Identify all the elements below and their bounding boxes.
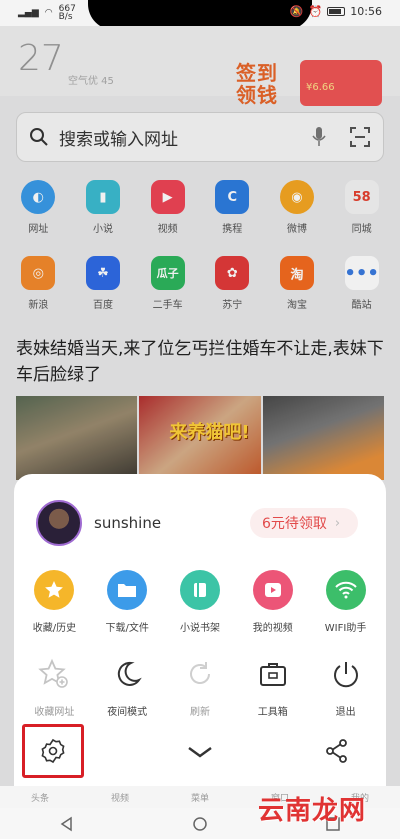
menu-exit[interactable]: 退出 [313, 654, 379, 718]
menu-wifi-assistant[interactable]: WIFI助手 [313, 570, 379, 634]
menu-label: 刷新 [189, 707, 210, 718]
tab-menu[interactable]: 菜单 [191, 791, 209, 804]
network-speed: 667 B/s [58, 4, 76, 22]
coupon-button[interactable]: 6元待领取 › [250, 508, 358, 538]
menu-label: 我的视频 [252, 623, 293, 634]
toolbox-icon [253, 654, 293, 694]
tab-videos[interactable]: 视频 [111, 791, 129, 804]
avatar[interactable] [36, 500, 82, 546]
back-icon[interactable] [59, 816, 75, 832]
menu-downloads[interactable]: 下载/文件 [94, 570, 160, 634]
power-icon [326, 654, 366, 694]
coupon-text: 6元待领取 [262, 516, 327, 532]
battery-icon [327, 7, 346, 16]
wifi-status-icon: ◠ [44, 8, 53, 18]
moon-icon [107, 654, 147, 694]
share-icon[interactable] [324, 738, 350, 764]
collapse-chevron-icon[interactable] [186, 744, 214, 760]
status-bar: ▂▄▆ ◠ 667 B/s 🔕 ⏰ 10:56 [0, 0, 400, 30]
star-icon [34, 570, 75, 610]
clock: 10:56 [350, 5, 382, 18]
menu-refresh[interactable]: 刷新 [167, 654, 233, 718]
menu-bookmarks-history[interactable]: 收藏/历史 [21, 570, 87, 634]
gear-icon [41, 738, 65, 764]
home-icon[interactable] [192, 816, 208, 832]
menu-label: 夜间模式 [107, 707, 148, 718]
tab-headlines[interactable]: 头条 [31, 791, 49, 804]
menu-add-bookmark[interactable]: 收藏网址 [21, 654, 87, 718]
menu-label: 小说书架 [179, 623, 220, 634]
bookshelf-icon [179, 570, 220, 610]
chevron-right-icon: › [334, 515, 341, 531]
menu-my-videos[interactable]: 我的视频 [240, 570, 306, 634]
menu-label: 收藏/历史 [32, 623, 77, 634]
phone-screen: ▂▄▆ ◠ 667 B/s 🔕 ⏰ 10:56 27 空气优 45 签到 领钱 … [0, 0, 400, 839]
menu-toolbox[interactable]: 工具箱 [240, 654, 306, 718]
menu-bookshelf[interactable]: 小说书架 [167, 570, 233, 634]
menu-night-mode[interactable]: 夜间模式 [94, 654, 160, 718]
refresh-icon [180, 654, 220, 694]
menu-label: 下载/文件 [105, 623, 149, 634]
menu-row-1: 收藏/历史 下载/文件 小说书架 我的视频 WIFI助手 [14, 570, 386, 634]
star-add-icon [34, 654, 74, 694]
mute-icon: 🔕 [289, 5, 304, 18]
play-icon [252, 570, 293, 610]
status-left: ▂▄▆ ◠ 667 B/s [18, 4, 76, 22]
settings-button[interactable] [22, 724, 84, 778]
menu-label: 工具箱 [257, 707, 288, 718]
alarm-icon: ⏰ [308, 5, 323, 18]
menu-row-2: 收藏网址 夜间模式 刷新 工具箱 退出 [14, 654, 386, 718]
folder-icon [107, 570, 148, 610]
status-right: 🔕 ⏰ 10:56 [290, 5, 382, 18]
watermark-logo: 云南龙网 [257, 796, 366, 826]
menu-label: 退出 [335, 707, 356, 718]
wifi-icon [325, 570, 366, 610]
menu-sheet: sunshine 6元待领取 › 收藏/历史 下载/文件 小说书架 我的视频 W… [14, 474, 386, 786]
signal-icon: ▂▄▆ [18, 8, 39, 18]
menu-label: 收藏网址 [34, 707, 75, 718]
menu-label: WIFI助手 [324, 623, 367, 634]
username[interactable]: sunshine [94, 514, 161, 532]
